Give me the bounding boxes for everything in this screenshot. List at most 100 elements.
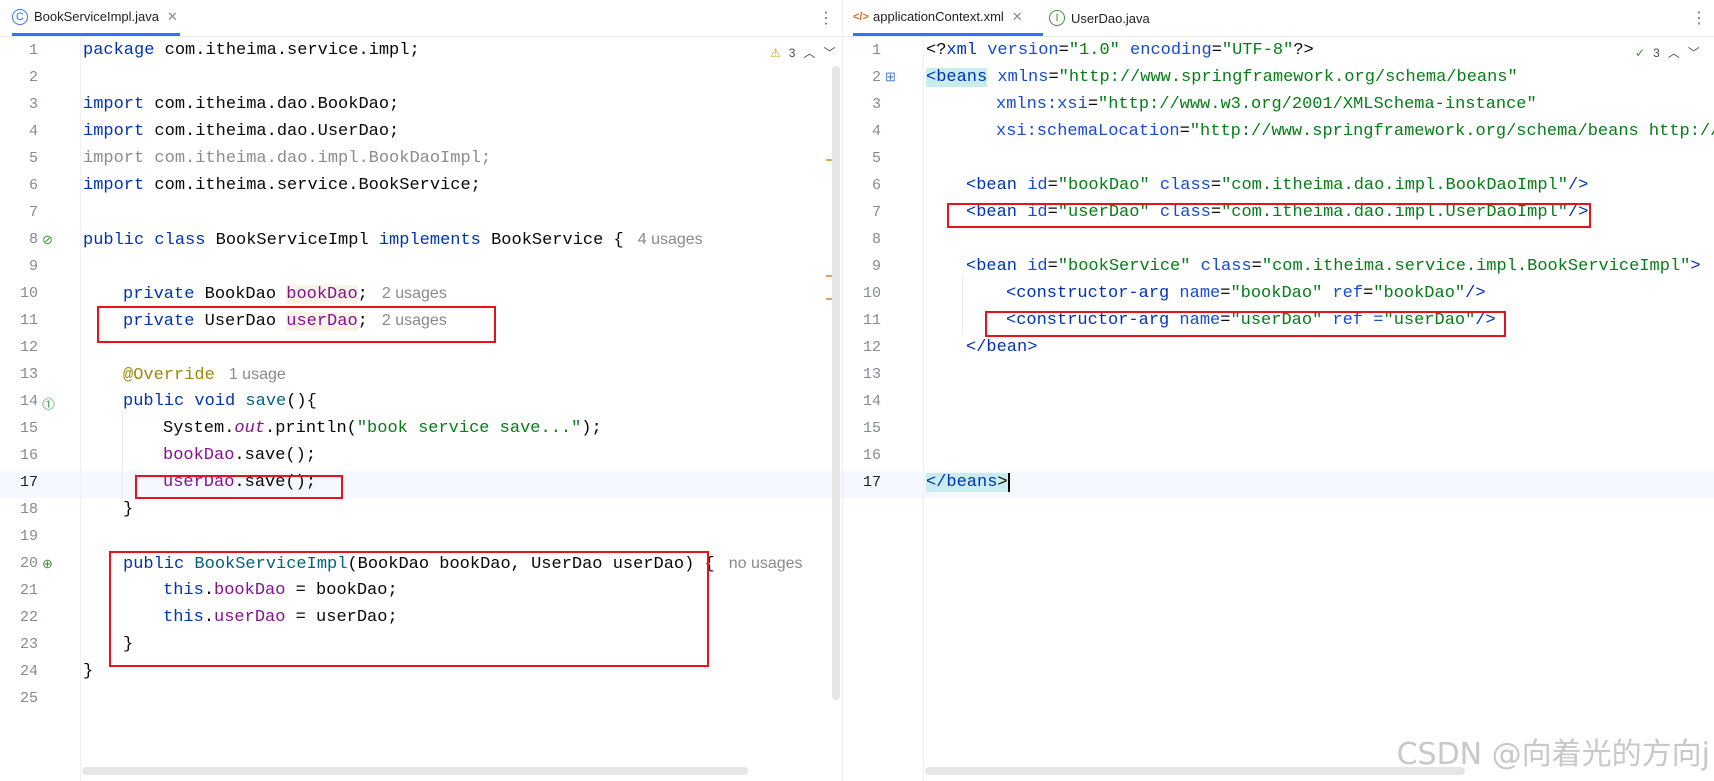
usage-hint: 1 usage <box>228 366 286 383</box>
right-tab-bar: </> applicationContext.xml ✕ I UserDao.j… <box>843 0 1714 37</box>
line-number: 13 <box>862 366 881 383</box>
line-number: 10 <box>19 285 38 302</box>
line-number: 7 <box>28 204 38 221</box>
horizontal-scrollbar[interactable] <box>82 767 748 775</box>
xml-icon: </> <box>853 10 869 23</box>
close-icon[interactable]: ✕ <box>167 9 178 25</box>
tab-bookserviceimpl[interactable]: C BookServiceImpl.java ✕ <box>12 0 180 36</box>
code-line-4: import com.itheima.dao.UserDao; <box>83 122 400 141</box>
tab-label: BookServiceImpl.java <box>34 9 159 24</box>
line-number: 2 <box>28 69 38 86</box>
line-number: 4 <box>28 123 38 140</box>
line-number: 8 <box>28 231 38 248</box>
xml-line-3: xmlns:xsi="http://www.w3.org/2001/XMLSch… <box>996 95 1537 114</box>
line-number: 17 <box>862 474 881 491</box>
tab-userdao[interactable]: I UserDao.java <box>1049 0 1169 36</box>
tab-applicationcontext[interactable]: </> applicationContext.xml ✕ <box>853 0 1043 36</box>
xml-line-9: <bean id="bookService" class="com.itheim… <box>966 257 1701 276</box>
left-gutter: 1 2 3 4 5 6 7 8 9 10 11 12 13 14 15 16 1… <box>0 37 81 781</box>
xml-line-17: </beans> <box>926 473 1010 492</box>
highlight-box-userdao-bean <box>947 203 1591 228</box>
line-number: 20 <box>19 555 38 572</box>
class-icon: C <box>12 8 28 25</box>
xml-line-12: </bean> <box>966 338 1038 357</box>
xml-line-1: <?xml version="1.0" encoding="UTF-8"?> <box>926 41 1314 60</box>
line-number: 10 <box>862 285 881 302</box>
line-number: 25 <box>19 690 38 707</box>
highlight-box-userdao-constructor-arg <box>985 311 1506 337</box>
horizontal-scrollbar[interactable] <box>925 767 1465 775</box>
line-number: 3 <box>871 96 881 113</box>
highlight-box-constructor <box>109 551 709 667</box>
right-code-area[interactable]: <?xml version="1.0" encoding="UTF-8"?> <… <box>926 37 1714 781</box>
line-number: 24 <box>19 663 38 680</box>
tab-label: applicationContext.xml <box>873 9 1004 24</box>
xml-line-10: <constructor-arg name="bookDao" ref="boo… <box>1006 284 1486 303</box>
xml-line-2: <beans xmlns="http://www.springframework… <box>926 68 1518 87</box>
line-number: 16 <box>19 447 38 464</box>
line-number: 1 <box>871 42 881 59</box>
line-number: 13 <box>19 366 38 383</box>
line-number: 3 <box>28 96 38 113</box>
line-number: 17 <box>19 474 38 491</box>
line-number: 4 <box>871 123 881 140</box>
line-number: 9 <box>28 258 38 275</box>
tab-label: UserDao.java <box>1071 10 1150 26</box>
line-number: 11 <box>862 312 881 329</box>
implements-icon[interactable]: ⊘ <box>42 232 53 248</box>
code-line-14: public void save(){ <box>123 392 317 411</box>
line-number: 7 <box>871 204 881 221</box>
line-number: 16 <box>862 447 881 464</box>
code-line-3: import com.itheima.dao.BookDao; <box>83 95 400 114</box>
implements-method-icon[interactable]: ⓵ <box>42 394 55 413</box>
line-number: 1 <box>28 42 38 59</box>
line-number: 11 <box>19 312 38 329</box>
interface-icon: I <box>1049 10 1065 26</box>
code-line-15: System.out.println("book service save...… <box>163 419 602 438</box>
more-options-icon[interactable]: ⋮ <box>818 8 834 28</box>
line-number: 6 <box>28 177 38 194</box>
usage-hint: 2 usages <box>381 285 447 302</box>
code-line-18: } <box>123 500 134 519</box>
text-cursor <box>1007 473 1010 492</box>
line-number: 12 <box>862 339 881 356</box>
line-number: 14 <box>19 393 38 410</box>
xml-line-6: <bean id="bookDao" class="com.itheima.da… <box>966 176 1589 195</box>
xml-line-4: xsi:schemaLocation="http://www.springfra… <box>996 122 1714 141</box>
right-editor-pane: </> applicationContext.xml ✕ I UserDao.j… <box>842 0 1714 781</box>
spring-bean-icon[interactable]: ⊞ <box>885 69 896 85</box>
line-number: 15 <box>19 420 38 437</box>
line-number: 22 <box>19 609 38 626</box>
line-number: 19 <box>19 528 38 545</box>
more-options-icon[interactable]: ⋮ <box>1691 8 1707 28</box>
code-line-24: } <box>83 662 94 681</box>
line-number: 6 <box>871 177 881 194</box>
right-gutter: 1 2 3 4 5 6 7 8 9 10 11 12 13 14 15 16 1… <box>843 37 924 781</box>
line-number: 21 <box>19 582 38 599</box>
bean-method-icon[interactable]: ⊕ <box>42 556 53 572</box>
usage-hint: no usages <box>728 555 803 572</box>
left-tab-bar: C BookServiceImpl.java ✕ ⋮ <box>0 0 842 37</box>
line-number: 5 <box>28 150 38 167</box>
vertical-scrollbar[interactable] <box>832 66 840 700</box>
highlight-box-userdao-save <box>135 475 343 499</box>
line-number: 9 <box>871 258 881 275</box>
highlight-box-userdao-field <box>97 306 496 343</box>
usage-hint: 4 usages <box>637 231 703 248</box>
left-editor-pane: C BookServiceImpl.java ✕ ⋮ ⚠ 3 ︿ ﹀ 1 2 3… <box>0 0 842 781</box>
line-number: 14 <box>862 393 881 410</box>
line-number: 8 <box>871 231 881 248</box>
code-line-10: private BookDao bookDao; 2 usages <box>123 285 447 304</box>
line-number: 12 <box>19 339 38 356</box>
code-line-1: package com.itheima.service.impl; <box>83 41 420 60</box>
code-line-8: public class BookServiceImpl implements … <box>83 231 703 250</box>
line-number: 23 <box>19 636 38 653</box>
left-code-area[interactable]: package com.itheima.service.impl; import… <box>83 37 842 781</box>
line-number: 18 <box>19 501 38 518</box>
line-number: 5 <box>871 150 881 167</box>
close-icon[interactable]: ✕ <box>1012 9 1023 25</box>
watermark: CSDN @向着光的方向j <box>1396 737 1710 772</box>
line-number: 15 <box>862 420 881 437</box>
code-line-6: import com.itheima.service.BookService; <box>83 176 481 195</box>
code-line-5-unused-import: import com.itheima.dao.impl.BookDaoImpl; <box>83 149 492 168</box>
